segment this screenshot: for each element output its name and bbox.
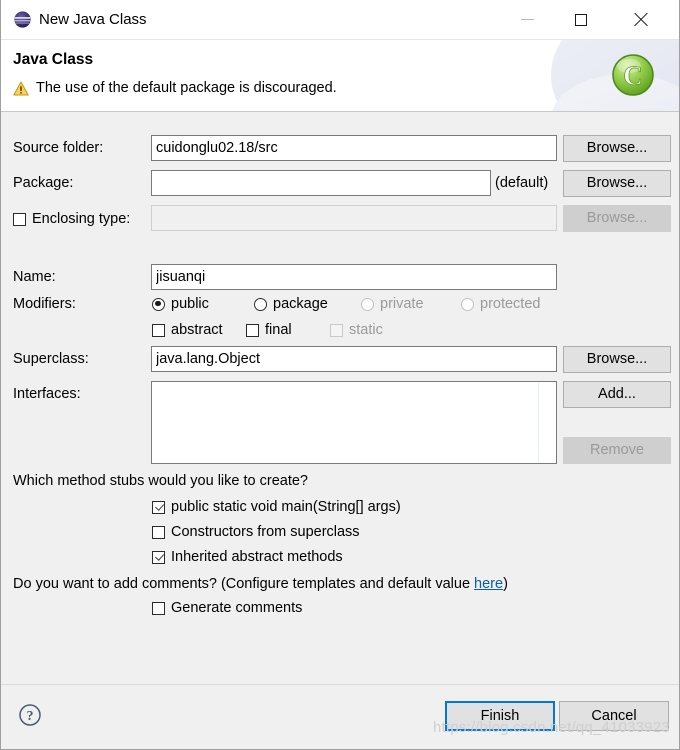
interfaces-label: Interfaces: (13, 386, 81, 402)
checkbox-inherited-indicator[interactable] (152, 550, 165, 564)
generate-comments-checkbox-row[interactable]: Generate comments (152, 600, 302, 616)
superclass-input[interactable] (151, 346, 557, 372)
source-folder-input[interactable] (151, 135, 557, 161)
enclosing-type-label: Enclosing type: (32, 211, 131, 227)
eclipse-sphere-icon (14, 11, 31, 28)
radio-private-label: private (380, 296, 424, 312)
radio-package-indicator[interactable] (254, 297, 267, 311)
method-stubs-question: Which method stubs would you like to cre… (13, 473, 308, 489)
stub-checkbox-inherited[interactable]: Inherited abstract methods (152, 549, 343, 565)
radio-private-indicator (361, 297, 374, 311)
header-message-row: The use of the default package is discou… (13, 80, 337, 96)
radio-protected-label: protected (480, 296, 541, 312)
modifier-radio-package[interactable]: package (254, 296, 328, 312)
checkbox-inherited-label: Inherited abstract methods (171, 549, 343, 565)
checkbox-main-label: public static void main(String[] args) (171, 499, 401, 515)
name-input[interactable] (151, 264, 557, 290)
radio-public-label: public (171, 296, 209, 312)
header-message: The use of the default package is discou… (36, 80, 337, 96)
modifiers-label: Modifiers: (13, 296, 76, 312)
superclass-browse-button[interactable]: Browse... (563, 346, 671, 373)
close-icon (633, 12, 648, 27)
modifier-radio-private: private (361, 296, 424, 312)
finish-button[interactable]: Finish (445, 701, 555, 731)
enclosing-type-checkbox-row[interactable]: Enclosing type: (13, 211, 130, 227)
stub-checkbox-main[interactable]: public static void main(String[] args) (152, 499, 401, 515)
comments-question-row: Do you want to add comments? (Configure … (13, 576, 508, 592)
radio-package-label: package (273, 296, 328, 312)
warning-triangle-icon (13, 81, 29, 95)
checkbox-generate-comments-indicator[interactable] (152, 601, 165, 615)
source-folder-label: Source folder: (13, 140, 104, 156)
checkbox-final-indicator[interactable] (246, 323, 259, 337)
green-class-c-icon: C (612, 54, 654, 96)
new-java-class-dialog: New Java Class Java Class The use of the… (0, 0, 680, 750)
comments-question-suffix: ) (503, 576, 508, 592)
checkbox-static-label: static (349, 322, 383, 338)
package-label: Package: (13, 175, 74, 191)
superclass-label: Superclass: (13, 351, 89, 367)
enclosing-type-input (151, 205, 557, 231)
page-title: Java Class (13, 51, 94, 68)
checkbox-constructors-indicator[interactable] (152, 525, 165, 539)
modifier-checkbox-final[interactable]: final (246, 322, 292, 338)
wizard-header: Java Class The use of the default packag… (1, 40, 679, 112)
maximize-icon (575, 13, 587, 26)
interfaces-listbox[interactable] (151, 381, 557, 464)
minimize-icon (520, 19, 534, 20)
interfaces-add-button[interactable]: Add... (563, 381, 671, 408)
radio-protected-indicator (461, 297, 474, 311)
modifier-checkbox-static: static (330, 322, 383, 338)
close-button[interactable] (617, 0, 663, 39)
checkbox-final-label: final (265, 322, 292, 338)
footer-separator (1, 684, 679, 685)
minimize-button[interactable] (504, 0, 550, 39)
badge-letter: C (623, 61, 643, 91)
source-folder-browse-button[interactable]: Browse... (563, 135, 671, 162)
window-title: New Java Class (39, 11, 147, 28)
checkbox-abstract-indicator[interactable] (152, 323, 165, 337)
checkbox-abstract-label: abstract (171, 322, 223, 338)
name-label: Name: (13, 269, 56, 285)
modifier-checkbox-abstract[interactable]: abstract (152, 322, 223, 338)
title-bar: New Java Class (1, 0, 679, 40)
package-browse-button[interactable]: Browse... (563, 170, 671, 197)
modifier-radio-protected: protected (461, 296, 540, 312)
checkbox-main-indicator[interactable] (152, 500, 165, 514)
package-input[interactable] (151, 170, 491, 196)
maximize-button[interactable] (558, 0, 604, 39)
enclosing-type-checkbox[interactable] (13, 212, 26, 226)
checkbox-constructors-label: Constructors from superclass (171, 524, 360, 540)
package-default-suffix: (default) (495, 175, 549, 191)
comments-question-prefix: Do you want to add comments? (Configure … (13, 576, 475, 592)
help-question-icon[interactable]: ? (18, 703, 42, 727)
configure-templates-link[interactable]: here (474, 576, 503, 592)
modifier-radio-public[interactable]: public (152, 296, 209, 312)
interfaces-scrollbar-track[interactable] (538, 383, 539, 462)
radio-public-indicator[interactable] (152, 297, 165, 311)
cancel-button[interactable]: Cancel (559, 701, 669, 731)
stub-checkbox-constructors[interactable]: Constructors from superclass (152, 524, 360, 540)
checkbox-generate-comments-label: Generate comments (171, 600, 303, 616)
interfaces-remove-button: Remove (563, 437, 671, 464)
checkbox-static-indicator (330, 323, 343, 337)
enclosing-type-browse-button: Browse... (563, 205, 671, 232)
svg-text:?: ? (27, 709, 34, 724)
